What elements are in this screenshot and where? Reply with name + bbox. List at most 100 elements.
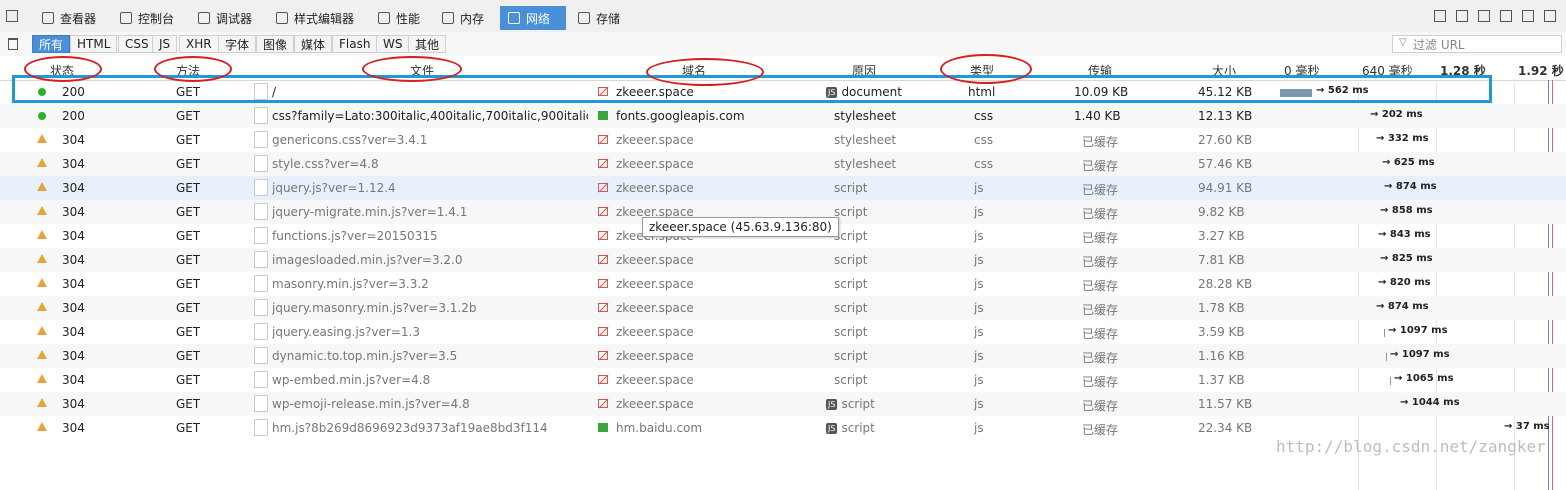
filter-ws-button[interactable]: WS: [376, 35, 410, 53]
domain: zkeeer.space: [616, 133, 694, 147]
filter-images-button[interactable]: 图像: [256, 35, 295, 53]
size: 1.37 KB: [1198, 373, 1245, 387]
method: GET: [176, 253, 201, 267]
cause: JS script: [826, 397, 926, 411]
js-badge-icon: JS: [826, 399, 838, 410]
status-warning-icon: [37, 158, 47, 167]
method: GET: [176, 229, 201, 243]
transferred: 已缓存: [1082, 255, 1119, 269]
domain-tooltip: zkeeer.space (45.63.9.136:80): [642, 217, 839, 237]
request-row[interactable]: 304 GET dynamic.to.top.min.js?ver=3.5 zkeee…: [0, 344, 1566, 368]
element-picker-icon[interactable]: [6, 10, 18, 22]
status-code: 304: [62, 157, 85, 171]
tab-console[interactable]: 控制台: [112, 6, 182, 30]
tab-label: 样式编辑器: [294, 11, 355, 26]
status-warning-icon: [37, 326, 47, 335]
split-console-icon[interactable]: [1456, 10, 1468, 22]
file-name: jquery.masonry.min.js?ver=3.1.2b: [272, 301, 477, 315]
request-row[interactable]: 304 GET imagesloaded.min.js?ver=3.2.0 zkeee…: [0, 248, 1566, 272]
file-thumbnail-icon: [254, 107, 268, 124]
trash-icon[interactable]: [8, 38, 18, 50]
filter-fonts-button[interactable]: 字体: [218, 35, 257, 53]
waterfall-bar: [1384, 329, 1385, 337]
request-row[interactable]: 304 GET style.css?ver=4.8 zkeeer.space style…: [0, 152, 1566, 176]
cause-label: script: [841, 397, 875, 411]
status-warning-icon: [37, 398, 47, 407]
cause-label: script: [834, 301, 868, 315]
type: css: [974, 109, 994, 123]
timing-label: → 1065 ms: [1394, 373, 1454, 384]
status-warning-icon: [37, 374, 47, 383]
method: GET: [176, 157, 201, 171]
request-row[interactable]: 304 GET jquery.js?ver=1.12.4 zkeeer.space sc…: [0, 176, 1566, 200]
gear-icon[interactable]: [1500, 10, 1512, 22]
size: 11.57 KB: [1198, 397, 1253, 411]
size: 1.78 KB: [1198, 301, 1245, 315]
transferred: 已缓存: [1082, 207, 1119, 221]
request-row[interactable]: 304 GET wp-emoji-release.min.js?ver=4.8 zke…: [0, 392, 1566, 416]
request-row[interactable]: 304 GET wp-embed.min.js?ver=4.8 zkeeer.spac…: [0, 368, 1566, 392]
tab-network[interactable]: 网络: [500, 6, 566, 30]
method: GET: [176, 205, 201, 219]
dock-layout-icon[interactable]: [1434, 10, 1446, 22]
dock-side-icon[interactable]: [1522, 10, 1534, 22]
size: 22.34 KB: [1198, 421, 1253, 435]
tab-inspector[interactable]: 查看器: [34, 6, 104, 30]
size: 28.28 KB: [1198, 277, 1253, 291]
tab-label: 调试器: [216, 11, 253, 26]
domain: zkeeer.space: [616, 301, 694, 315]
tab-performance[interactable]: 性能: [370, 6, 428, 30]
responsive-design-icon[interactable]: [1478, 10, 1490, 22]
file-name: jquery-migrate.min.js?ver=1.4.1: [272, 205, 468, 219]
timing-label: → 874 ms: [1384, 181, 1437, 192]
insecure-icon: [598, 135, 608, 144]
status-code: 304: [62, 181, 85, 195]
filter-flash-button[interactable]: Flash: [332, 35, 378, 53]
insecure-icon: [598, 351, 608, 360]
domain: zkeeer.space: [616, 325, 694, 339]
filter-all-button[interactable]: 所有: [32, 35, 71, 53]
transferred: 已缓存: [1082, 399, 1119, 413]
domain: zkeeer.space: [616, 397, 694, 411]
filter-media-button[interactable]: 媒体: [294, 35, 333, 53]
tab-memory[interactable]: 内存: [434, 6, 492, 30]
filter-html-button[interactable]: HTML: [70, 35, 118, 53]
domain: zkeeer.space: [616, 373, 694, 387]
size: 57.46 KB: [1198, 157, 1253, 171]
lock-icon: [598, 423, 608, 432]
inspector-icon: [42, 12, 54, 24]
timing-label: → 825 ms: [1380, 253, 1433, 264]
transferred: 已缓存: [1082, 135, 1119, 149]
request-row[interactable]: 200 GET css?family=Lato:300italic,400itali…: [0, 104, 1566, 128]
filter-js-button[interactable]: JS: [152, 35, 178, 53]
type: js: [974, 325, 984, 339]
request-row[interactable]: 304 GET genericons.css?ver=3.4.1 zkeeer.spa…: [0, 128, 1566, 152]
cause: stylesheet: [834, 109, 934, 123]
request-row[interactable]: 304 GET jquery.masonry.min.js?ver=3.1.2b zk…: [0, 296, 1566, 320]
cause-label: script: [834, 205, 868, 219]
filter-xhr-button[interactable]: XHR: [179, 35, 219, 53]
domain: zkeeer.space: [616, 157, 694, 171]
timing-label: → 1044 ms: [1400, 397, 1460, 408]
file-thumbnail-icon: [254, 131, 268, 148]
tab-storage[interactable]: 存储: [570, 6, 628, 30]
file-thumbnail-icon: [254, 203, 268, 220]
close-icon[interactable]: [1544, 10, 1556, 22]
status-ok-icon: [38, 112, 46, 120]
devtools-toolbar: 查看器 控制台 调试器 样式编辑器 性能 内存 网络 存储: [0, 0, 1566, 33]
url-filter-input[interactable]: 过滤 URL: [1392, 35, 1562, 53]
method: GET: [176, 109, 201, 123]
tab-debugger[interactable]: 调试器: [190, 6, 260, 30]
method: GET: [176, 133, 201, 147]
tab-label: 内存: [460, 11, 485, 26]
file-thumbnail-icon: [254, 251, 268, 268]
tab-label: 网络: [526, 11, 551, 26]
request-row[interactable]: 304 GET jquery.easing.js?ver=1.3 zkeeer.spa…: [0, 320, 1566, 344]
timing-label: → 843 ms: [1378, 229, 1431, 240]
cause: script: [834, 277, 934, 291]
filter-other-button[interactable]: 其他: [408, 35, 447, 53]
tab-style-editor[interactable]: 样式编辑器: [268, 6, 362, 30]
size: 1.16 KB: [1198, 349, 1245, 363]
filter-css-button[interactable]: CSS: [118, 35, 156, 53]
request-row[interactable]: 304 GET masonry.min.js?ver=3.3.2 zkeeer.spa…: [0, 272, 1566, 296]
